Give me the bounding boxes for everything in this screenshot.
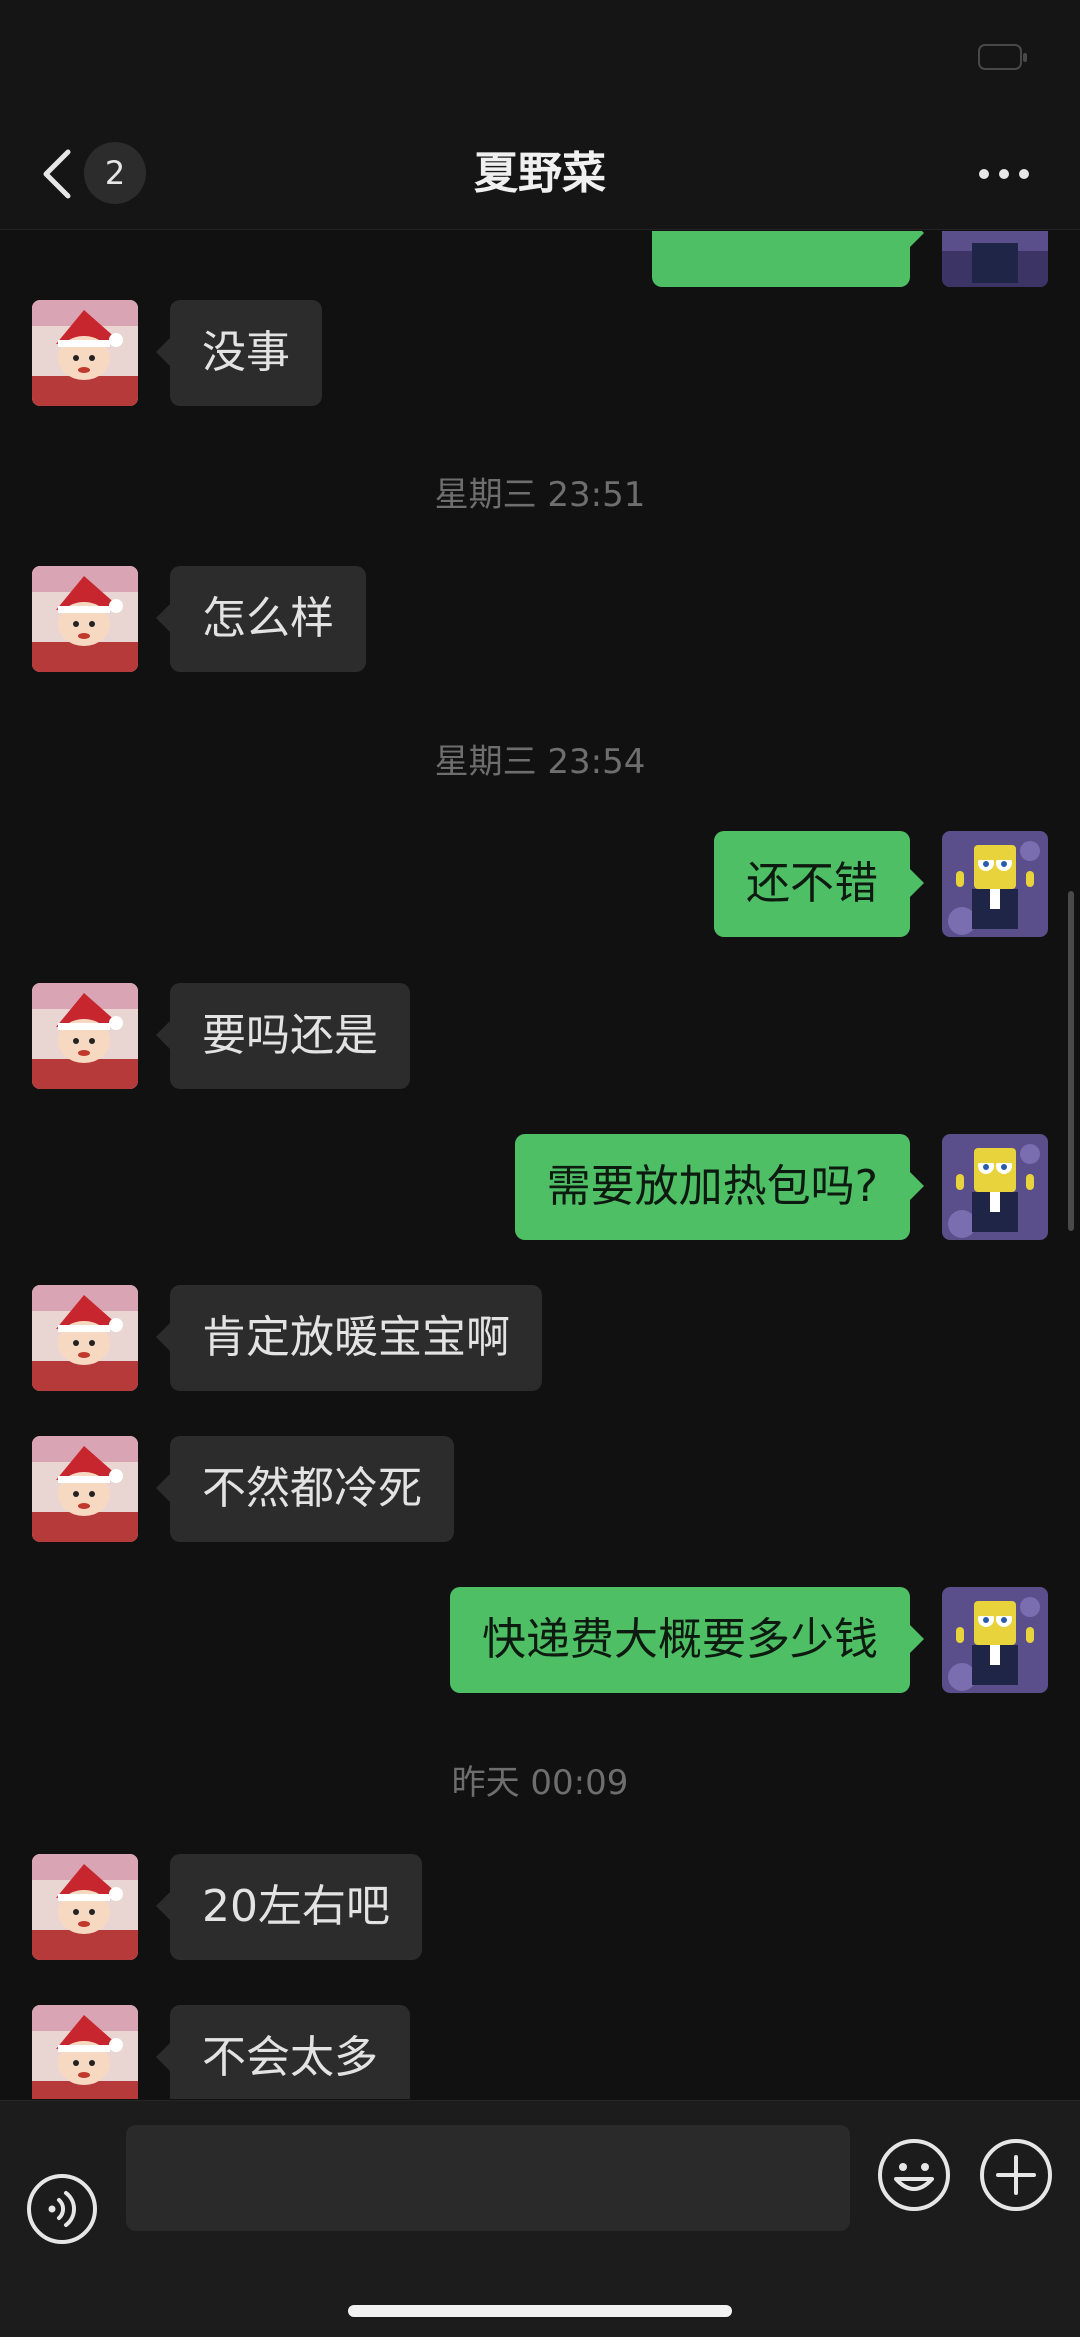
contact-avatar[interactable] (32, 983, 138, 1089)
message-input[interactable] (126, 2125, 850, 2231)
chat-scroll-area[interactable]: 没事 星期三 23:51 怎么样 星期三 23:54 还不错 要吗还是 需要放加… (0, 231, 1080, 2099)
chat-scrollbar[interactable] (1068, 891, 1074, 1231)
contact-avatar[interactable] (32, 566, 138, 672)
contact-avatar[interactable] (32, 1285, 138, 1391)
home-indicator[interactable] (348, 2305, 732, 2317)
chevron-left-icon[interactable] (38, 146, 78, 202)
message-bubble-outgoing[interactable]: 还不错 (714, 831, 924, 937)
voice-icon[interactable] (26, 2173, 98, 2245)
message-bubble-incoming[interactable]: 不然都冷死 (156, 1436, 454, 1542)
spongebob-avatar (942, 231, 1048, 287)
crayon-shin-chan-avatar (32, 300, 138, 406)
spongebob-avatar (942, 1587, 1048, 1693)
status-bar (0, 0, 1080, 120)
message-bubble-incoming[interactable]: 怎么样 (156, 566, 366, 672)
emoji-icon[interactable] (876, 2137, 952, 2213)
crayon-shin-chan-avatar (32, 1285, 138, 1391)
my-avatar[interactable] (942, 1134, 1048, 1240)
crayon-shin-chan-avatar (32, 983, 138, 1089)
my-avatar[interactable] (942, 1587, 1048, 1693)
my-avatar[interactable] (942, 231, 1048, 287)
message-bubble-incoming[interactable]: 肯定放暖宝宝啊 (156, 1285, 542, 1391)
unread-count-badge[interactable]: 2 (84, 142, 146, 204)
timestamp: 昨天 00:09 (451, 1763, 629, 1803)
contact-avatar[interactable] (32, 300, 138, 406)
crayon-shin-chan-avatar (32, 1436, 138, 1542)
message-bubble-outgoing[interactable]: 需要放加热包吗? (514, 1134, 925, 1240)
chat-title: 夏野菜 (474, 148, 606, 199)
battery-icon (978, 44, 1027, 70)
message-bubble-incoming[interactable]: 不会太多 (156, 2005, 410, 2099)
input-bar (0, 2100, 1080, 2337)
contact-avatar[interactable] (32, 1436, 138, 1542)
message-bubble-incoming[interactable]: 没事 (156, 300, 322, 406)
crayon-shin-chan-avatar (32, 2005, 138, 2099)
message-bubble-incoming[interactable]: 20左右吧 (156, 1854, 422, 1960)
plus-icon[interactable] (978, 2137, 1054, 2213)
message-bubble-incoming[interactable]: 要吗还是 (156, 983, 410, 1089)
crayon-shin-chan-avatar (32, 1854, 138, 1960)
message-bubble-outgoing[interactable] (652, 231, 924, 287)
spongebob-avatar (942, 1134, 1048, 1240)
timestamp: 星期三 23:54 (434, 742, 646, 782)
crayon-shin-chan-avatar (32, 566, 138, 672)
my-avatar[interactable] (942, 831, 1048, 937)
contact-avatar[interactable] (32, 2005, 138, 2099)
more-dots-icon[interactable] (976, 166, 1032, 182)
spongebob-avatar (942, 831, 1048, 937)
timestamp: 星期三 23:51 (434, 475, 646, 515)
contact-avatar[interactable] (32, 1854, 138, 1960)
nav-bar: 2 夏野菜 (0, 120, 1080, 230)
message-bubble-outgoing[interactable]: 快递费大概要多少钱 (450, 1587, 924, 1693)
